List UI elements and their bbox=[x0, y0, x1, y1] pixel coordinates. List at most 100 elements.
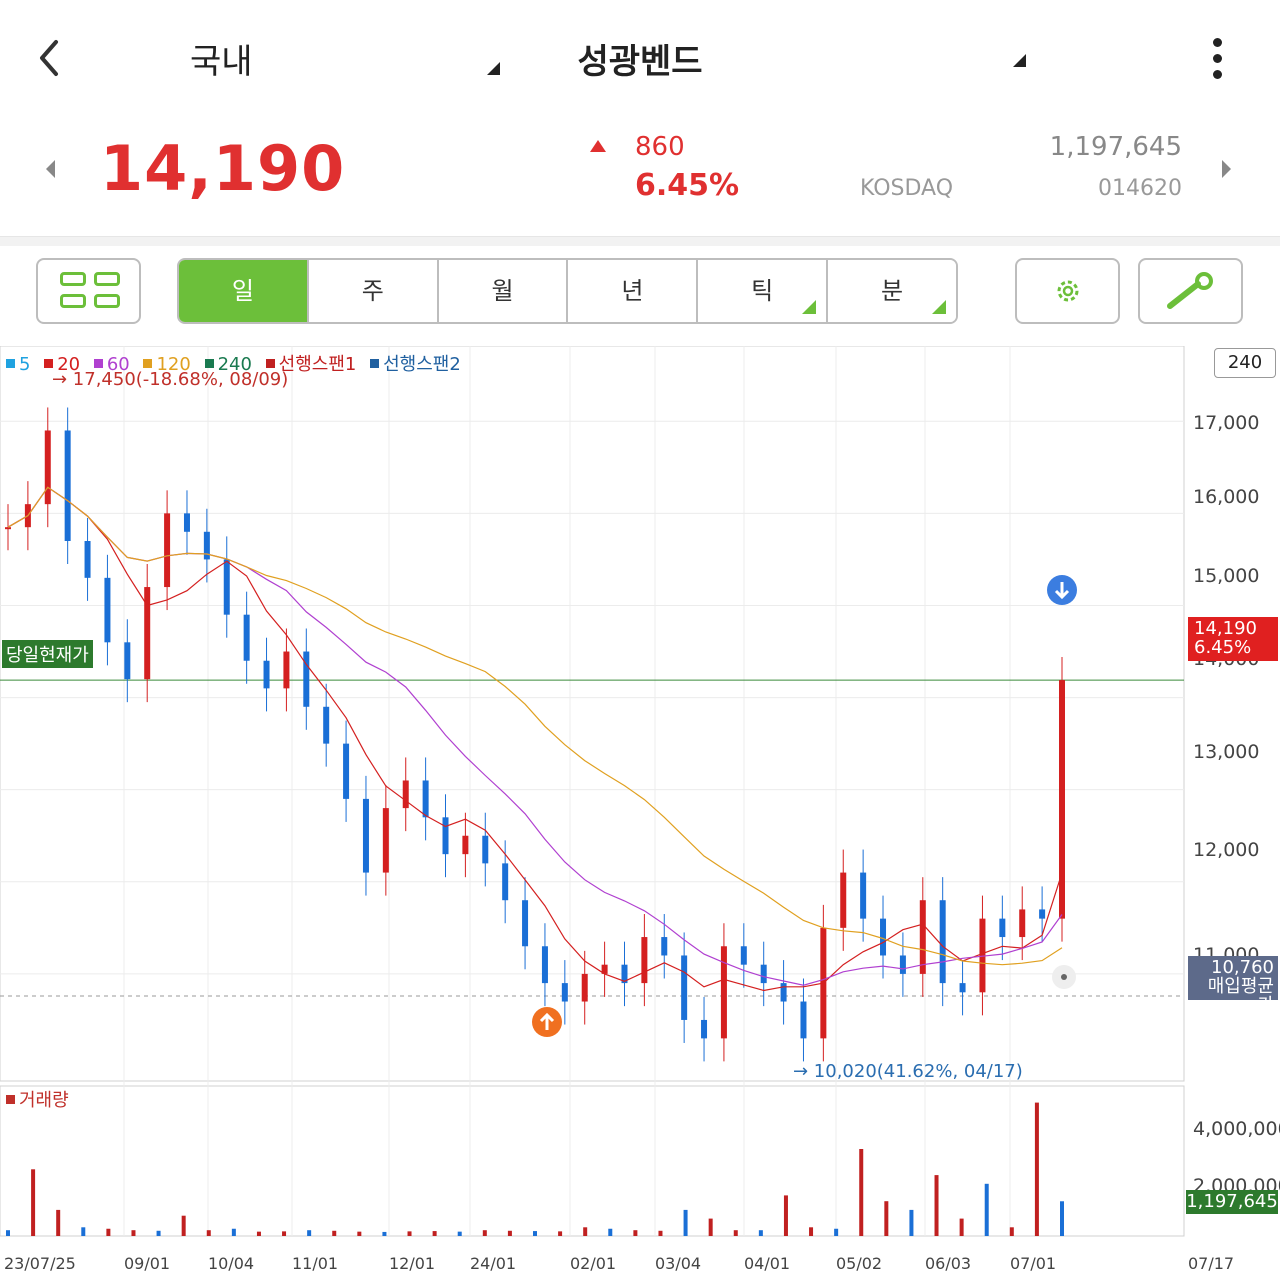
quote-row: 14,190 860 6.45% 1,197,645 KOSDAQ 014620 bbox=[0, 112, 1280, 236]
volume-bar bbox=[1034, 1102, 1039, 1236]
candle-body bbox=[999, 918, 1006, 938]
volume-bar bbox=[6, 1230, 10, 1236]
tick-options-icon bbox=[802, 300, 817, 314]
period-tabs: 일 주 월 년 틱 분 bbox=[177, 258, 958, 324]
price-change: 860 bbox=[635, 132, 685, 162]
candle-body bbox=[880, 918, 887, 956]
candle-body bbox=[541, 946, 548, 984]
tab-day[interactable]: 일 bbox=[179, 260, 309, 322]
candle-body bbox=[701, 1019, 708, 1039]
legend-ma5: 5 bbox=[6, 354, 34, 375]
x-tick: 02/01 bbox=[570, 1254, 617, 1273]
volume-bar bbox=[558, 1231, 563, 1236]
up-arrow-icon bbox=[590, 140, 606, 152]
candle-body bbox=[283, 651, 290, 689]
volume-tick: 4,000,000 bbox=[1193, 1118, 1280, 1140]
candle-body bbox=[144, 587, 151, 680]
volume-bar bbox=[658, 1230, 663, 1236]
candle-body bbox=[860, 872, 867, 919]
candle-body bbox=[780, 983, 787, 1002]
volume-bar bbox=[859, 1149, 864, 1236]
price-panel-frame bbox=[0, 346, 1185, 1082]
candle-body bbox=[959, 983, 966, 993]
tab-tick[interactable]: 틱 bbox=[698, 260, 829, 322]
candle-body bbox=[382, 808, 389, 873]
more-menu-icon[interactable] bbox=[1207, 38, 1227, 82]
candle-body bbox=[303, 651, 310, 707]
sell-signal-icon[interactable] bbox=[1047, 575, 1077, 605]
candle-body bbox=[1059, 680, 1065, 919]
buy-signal-icon[interactable] bbox=[532, 1007, 562, 1037]
average-price-dot-icon bbox=[1052, 965, 1076, 989]
stock-chart[interactable] bbox=[0, 346, 1280, 1279]
volume-bar bbox=[482, 1230, 487, 1236]
period-count-box[interactable]: 240 bbox=[1214, 348, 1276, 378]
candle-body bbox=[84, 541, 91, 578]
volume-bar bbox=[156, 1230, 161, 1236]
volume-bar bbox=[432, 1231, 437, 1236]
volume-bar bbox=[457, 1231, 462, 1236]
y-tick: 17,000 bbox=[1193, 412, 1260, 434]
next-stock-icon[interactable] bbox=[1222, 160, 1231, 178]
volume-bar bbox=[382, 1231, 387, 1236]
volume-bar bbox=[357, 1231, 362, 1236]
stock-dropdown-icon[interactable] bbox=[1013, 54, 1026, 67]
candle-body bbox=[203, 531, 210, 560]
average-price-value: 10,760 bbox=[1211, 957, 1274, 978]
candle-body bbox=[343, 743, 350, 799]
volume-bar bbox=[533, 1231, 537, 1236]
candle-body bbox=[800, 1001, 807, 1039]
candle-body bbox=[462, 835, 469, 855]
price-chart-svg[interactable] bbox=[0, 346, 1280, 1279]
top-bar: 국내 성광벤드 bbox=[0, 0, 1280, 112]
chart-settings-button[interactable] bbox=[1015, 258, 1120, 324]
candle-body bbox=[164, 513, 171, 588]
candle-body bbox=[124, 642, 131, 680]
candle-body bbox=[362, 798, 369, 873]
tab-year[interactable]: 년 bbox=[568, 260, 699, 322]
stock-name[interactable]: 성광벤드 bbox=[0, 34, 1280, 83]
candle-body bbox=[641, 937, 648, 984]
layout-grid-button[interactable] bbox=[36, 258, 141, 324]
candle-body bbox=[323, 706, 330, 744]
low-price-annotation: → 10,020(41.62%, 04/17) bbox=[793, 1061, 1023, 1082]
divider bbox=[0, 236, 1280, 246]
volume-current-tag: 1,197,645 bbox=[1186, 1190, 1278, 1214]
volume-bar bbox=[758, 1230, 763, 1236]
price-change-pct: 6.45% bbox=[635, 168, 740, 203]
volume-bar bbox=[834, 1228, 839, 1236]
tab-week[interactable]: 주 bbox=[308, 260, 439, 322]
x-tick: 07/01 bbox=[1010, 1254, 1057, 1273]
legend-span2: 선행스팬2 bbox=[370, 354, 465, 375]
current-price-tag-pct: 6.45% bbox=[1194, 637, 1252, 658]
x-tick: 24/01 bbox=[470, 1254, 517, 1273]
volume-bar bbox=[31, 1169, 36, 1236]
candle-body bbox=[442, 817, 449, 855]
volume-bar bbox=[708, 1218, 713, 1236]
chart-tools-button[interactable] bbox=[1138, 258, 1243, 324]
x-tick: 11/01 bbox=[292, 1254, 339, 1273]
volume-bar bbox=[407, 1231, 412, 1236]
current-price-tag: 14,190 6.45% bbox=[1188, 617, 1278, 661]
gear-icon bbox=[1057, 280, 1079, 302]
y-tick: 16,000 bbox=[1193, 486, 1260, 508]
x-tick: 23/07/25 bbox=[4, 1254, 76, 1273]
candle-body bbox=[661, 937, 668, 956]
volume-bar bbox=[733, 1230, 738, 1236]
y-tick: 15,000 bbox=[1193, 565, 1260, 587]
volume-bar bbox=[583, 1227, 588, 1236]
tab-month[interactable]: 월 bbox=[438, 260, 569, 322]
candle-body bbox=[720, 946, 727, 1039]
tab-minute[interactable]: 분 bbox=[828, 260, 956, 322]
volume-bar bbox=[683, 1209, 688, 1236]
prev-stock-icon[interactable] bbox=[46, 160, 55, 178]
volume-bar bbox=[181, 1215, 186, 1236]
candle-body bbox=[104, 577, 111, 643]
candle-body bbox=[522, 900, 529, 947]
x-tick: 12/01 bbox=[389, 1254, 436, 1273]
candle-body bbox=[840, 872, 847, 928]
x-tick: 04/01 bbox=[744, 1254, 791, 1273]
candle-body bbox=[581, 973, 588, 1002]
x-tick: 06/03 bbox=[925, 1254, 972, 1273]
candle-body bbox=[919, 900, 926, 974]
